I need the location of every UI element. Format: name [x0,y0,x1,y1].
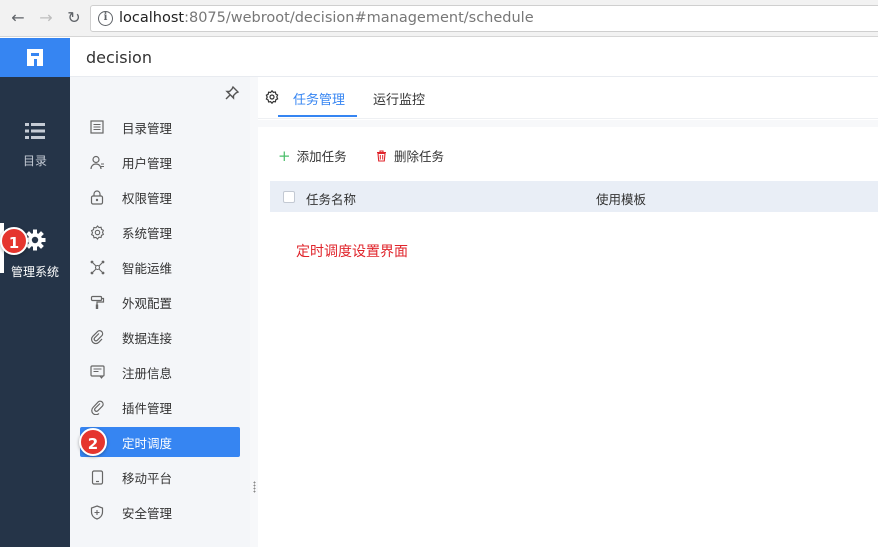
menu-item-appearance[interactable]: 外观配置 [80,287,240,317]
address-bar[interactable]: i localhost:8075/webroot/decision#manage… [90,5,878,32]
resize-grip-icon[interactable] [253,481,256,493]
link-icon [88,328,106,346]
annotation-text: 定时调度设置界面 [296,244,408,260]
app-header: decision [0,38,878,77]
menu-item-registration[interactable]: 注册信息 [80,357,240,387]
menu-item-label: 注册信息 [122,365,173,381]
menu-item-catalog[interactable]: 目录管理 [80,112,240,142]
app-title: decision [86,48,152,67]
menu-item-ops[interactable]: 智能运维 [80,252,240,282]
table-header: 任务名称 使用模板 [270,181,878,212]
menu-item-label: 移动平台 [122,470,173,486]
menu-item-mobile[interactable]: 移动平台 [80,462,240,492]
menu-item-label: 用户管理 [122,155,173,171]
trash-icon [377,149,386,162]
management-menu: 目录管理 用户管理 权限管理 系统管理 智能运维 外观配置 数据连接 注册信息 … [70,77,250,547]
user-icon [88,153,106,171]
list-icon [25,123,45,139]
plugin-icon [88,398,106,416]
tab-run-monitor[interactable]: 运行监控 [373,89,425,108]
menu-item-label: 系统管理 [122,225,173,241]
menu-item-label: 外观配置 [122,295,173,311]
app-logo[interactable] [0,38,70,77]
active-tab-indicator [278,115,357,117]
forward-arrow-icon[interactable]: → [36,8,56,28]
nav-directory[interactable]: 目录 [0,122,70,169]
network-icon [88,258,106,276]
main-content: 任务管理 运行监控 + 添加任务 删除任务 任务名称 使用模板 定时调度设置界面 [258,77,878,547]
menu-item-system[interactable]: 系统管理 [80,217,240,247]
menu-item-user[interactable]: 用户管理 [80,147,240,177]
nav-directory-label: 目录 [22,154,47,168]
lock-icon [88,188,106,206]
delete-task-label: 删除任务 [394,149,445,164]
menu-item-label: 目录管理 [122,120,173,136]
plus-icon: + [278,146,291,165]
select-all-checkbox[interactable] [283,191,295,203]
reload-icon[interactable]: ↻ [64,8,84,28]
menu-item-label: 安全管理 [122,505,173,521]
add-task-button[interactable]: + 添加任务 [278,146,347,165]
menu-item-label: 定时调度 [122,435,173,451]
nav-management-label: 管理系统 [10,265,59,279]
menu-item-label: 数据连接 [122,330,173,346]
panel-splitter[interactable] [250,77,258,547]
menu-item-label: 权限管理 [122,190,173,206]
register-icon [88,363,106,381]
paint-roller-icon [88,293,106,311]
logo-icon [27,49,43,66]
delete-task-button[interactable]: 删除任务 [376,146,444,165]
menu-item-permission[interactable]: 权限管理 [80,182,240,212]
url-text: localhost:8075/webroot/decision#manageme… [119,10,534,26]
pin-icon[interactable] [224,85,240,101]
divider-strip [258,120,878,127]
menu-item-data-connection[interactable]: 数据连接 [80,322,240,352]
menu-item-label: 插件管理 [122,400,173,416]
catalog-icon [88,118,106,136]
mobile-icon [88,468,106,486]
gear-icon[interactable] [265,90,279,104]
primary-nav: 目录 管理系统 [0,77,70,547]
step-badge-2: 2 [79,428,107,456]
column-header-task-name[interactable]: 任务名称 [306,189,356,208]
tab-task-management[interactable]: 任务管理 [293,89,345,108]
tab-bar: 任务管理 运行监控 [258,77,878,119]
menu-item-plugin[interactable]: 插件管理 [80,392,240,422]
menu-item-label: 智能运维 [122,260,173,276]
info-icon[interactable]: i [98,11,113,26]
step-badge-1: 1 [0,227,28,255]
browser-toolbar: ← → ↻ i localhost:8075/webroot/decision#… [0,0,878,37]
menu-item-security[interactable]: 安全管理 [80,497,240,527]
settings-icon [88,223,106,241]
column-header-template[interactable]: 使用模板 [596,189,646,208]
shield-icon [88,503,106,521]
add-task-label: 添加任务 [296,149,347,164]
back-arrow-icon[interactable]: ← [8,8,28,28]
